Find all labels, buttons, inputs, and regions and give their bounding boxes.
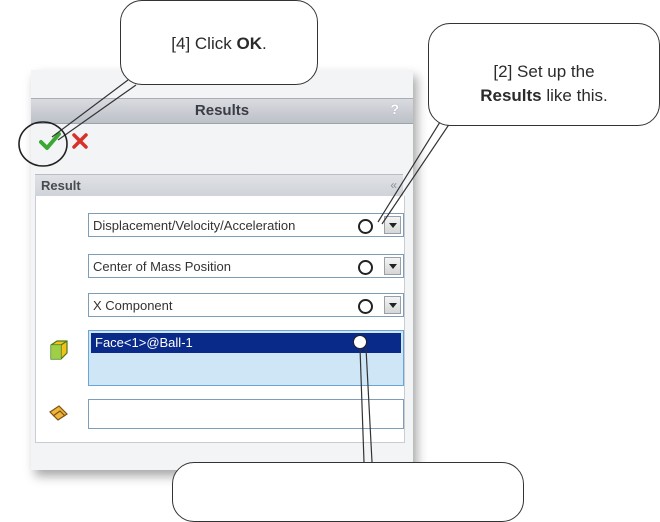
dropdown-value: X Component bbox=[93, 298, 173, 313]
result-component-dropdown[interactable]: X Component bbox=[88, 293, 404, 317]
selection-marker-icon bbox=[353, 335, 367, 349]
callout-step-2: [2] Set up the Results like this. bbox=[428, 23, 660, 126]
collapse-icon[interactable]: « bbox=[390, 178, 397, 192]
selection-marker-icon bbox=[358, 219, 373, 234]
chevron-down-icon[interactable] bbox=[384, 216, 401, 234]
panel-titlebar: Results ? bbox=[31, 98, 413, 124]
panel-title: Results bbox=[194, 102, 250, 119]
callout-step-3 bbox=[172, 462, 524, 522]
cancel-button[interactable] bbox=[69, 128, 91, 154]
selection-marker-icon bbox=[358, 260, 373, 275]
results-property-manager: Results ? Result « Displacement/Velocity… bbox=[31, 70, 413, 470]
result-section-header[interactable]: Result « bbox=[35, 174, 403, 197]
close-icon bbox=[72, 133, 88, 149]
dropdown-value: Center of Mass Position bbox=[93, 259, 232, 274]
reference-entity-icon bbox=[49, 405, 68, 421]
dropdown-value: Displacement/Velocity/Acceleration bbox=[93, 218, 296, 233]
chevron-down-icon[interactable] bbox=[384, 296, 401, 314]
callout-text: [2] Set up the bbox=[493, 62, 595, 81]
selection-marker-icon bbox=[358, 299, 373, 314]
callout-text: Results like this. bbox=[480, 86, 608, 105]
section-label: Result bbox=[41, 178, 81, 193]
ok-button[interactable] bbox=[37, 128, 63, 154]
callout-text: [4] Click OK. bbox=[171, 34, 267, 53]
help-icon[interactable]: ? bbox=[390, 101, 399, 117]
result-subcategory-dropdown[interactable]: Center of Mass Position bbox=[88, 254, 404, 278]
result-category-dropdown[interactable]: Displacement/Velocity/Acceleration bbox=[88, 213, 404, 237]
face-entity-label: Face<1>@Ball-1 bbox=[95, 335, 193, 350]
callout-step-4: [4] Click OK. bbox=[120, 0, 318, 85]
face-cube-icon bbox=[50, 340, 68, 360]
chevron-down-icon[interactable] bbox=[384, 257, 401, 275]
reference-entity-field[interactable] bbox=[88, 399, 404, 429]
face-selection-list[interactable]: Face<1>@Ball-1 bbox=[88, 330, 404, 386]
checkmark-icon bbox=[39, 132, 61, 150]
